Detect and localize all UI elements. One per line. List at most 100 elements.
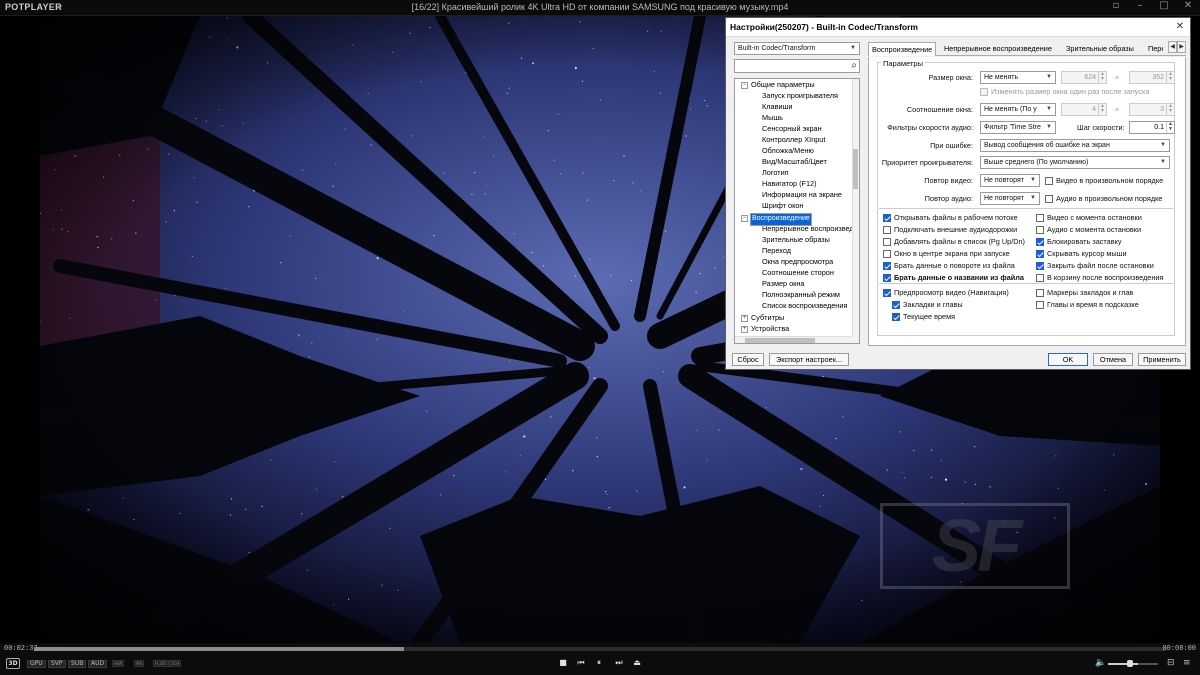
on-error-select[interactable]: Вывод сообщения об ошибке на экран ▼	[980, 139, 1170, 152]
chapters-hint-checkbox[interactable]: Главы и время в подсказке	[1036, 300, 1139, 309]
tree-horizontal-scrollbar[interactable]	[735, 336, 853, 343]
tree-item[interactable]: Информация на экране	[762, 190, 842, 200]
tree-item[interactable]: Полноэкранный режим	[762, 290, 840, 300]
aspect-select[interactable]: Не менять (По у ▼	[980, 103, 1056, 116]
current-time-checkbox[interactable]: Текущее время	[892, 312, 955, 321]
repeat-video-select[interactable]: Не повторят ▼	[980, 174, 1040, 187]
tree-item-devices[interactable]: Устройства	[751, 324, 789, 334]
apply-button[interactable]: Применить	[1138, 353, 1186, 366]
aud-badge[interactable]: AUD	[88, 660, 108, 668]
tree-item[interactable]: Размер окна	[762, 279, 804, 289]
volume-knob[interactable]	[1127, 660, 1133, 667]
window-height-stepper[interactable]: 352 ▲ ▼	[1129, 71, 1175, 84]
tree-item[interactable]: Соотношение сторон	[762, 268, 834, 278]
tree-item[interactable]: Сенсорный экран	[762, 124, 822, 134]
tree-item[interactable]: Логотип	[762, 168, 789, 178]
tab-seek[interactable]: Пере	[1148, 42, 1163, 56]
eject-icon[interactable]: ⏏	[631, 658, 643, 667]
bookmarks-checkbox[interactable]: Закладки и главы	[892, 300, 963, 309]
option-checkbox[interactable]: Подключать внешние аудиодорожки	[883, 225, 1017, 234]
aspect-width-stepper[interactable]: 4 ▲ ▼	[1061, 103, 1107, 116]
search-icon[interactable]: ⌕	[851, 60, 857, 71]
close-icon[interactable]: ✕	[1182, 0, 1194, 11]
option-checkbox[interactable]: В корзину после воспроизведения	[1036, 273, 1163, 282]
speed-step-stepper[interactable]: 0.1 ▲ ▼	[1129, 121, 1175, 134]
preview-checkbox[interactable]: Предпросмотр видео (Навигация)	[883, 288, 1009, 297]
scroll-thumb[interactable]	[853, 149, 858, 189]
scroll-thumb[interactable]	[745, 338, 815, 343]
tab-left-arrow-icon[interactable]: ◀	[1168, 41, 1177, 53]
option-checkbox[interactable]: Аудио с момента остановки	[1036, 225, 1141, 234]
tree-item[interactable]: Вид/Масштаб/Цвет	[762, 157, 827, 167]
video-random-checkbox[interactable]: Видео в произвольном порядке	[1045, 176, 1163, 185]
volume-slider[interactable]	[1108, 663, 1158, 665]
spin-arrows-icon[interactable]: ▲ ▼	[1166, 72, 1174, 83]
option-checkbox[interactable]: Скрывать курсор мыши	[1036, 249, 1127, 258]
pause-icon[interactable]: ⏸	[593, 658, 605, 668]
tree-item[interactable]: Навигатор (F12)	[762, 179, 817, 189]
next-icon[interactable]: ⏭	[613, 658, 625, 668]
tree-item-general[interactable]: Общие параметры	[751, 80, 815, 90]
spin-arrows-icon[interactable]: ▲ ▼	[1166, 122, 1174, 133]
tree-item[interactable]: Список воспроизведения	[762, 301, 847, 311]
expand-icon[interactable]: +	[741, 326, 748, 333]
svp-badge[interactable]: SVP	[48, 660, 66, 668]
dialog-title-bar[interactable]: Настройки(250207) - Built-in Codec/Trans…	[726, 18, 1190, 37]
tree-item[interactable]: Зрительные образы	[762, 235, 830, 245]
window-width-stepper[interactable]: 624 ▲ ▼	[1061, 71, 1107, 84]
tab-right-arrow-icon[interactable]: ▶	[1177, 41, 1186, 53]
tree-item[interactable]: Окна предпросмотра	[762, 257, 833, 267]
tree-item[interactable]: Запуск проигрывателя	[762, 91, 838, 101]
tree-vertical-scrollbar[interactable]	[852, 79, 859, 343]
tree-item[interactable]: Обложка/Меню	[762, 146, 814, 156]
repeat-audio-select[interactable]: Не повторят ▼	[980, 192, 1040, 205]
tree-item[interactable]: Непрерывное воспроизведение	[762, 224, 859, 234]
export-button[interactable]: Экспорт настроек...	[769, 353, 849, 366]
spin-arrows-icon[interactable]: ▲ ▼	[1166, 104, 1174, 115]
reset-button[interactable]: Сброс	[732, 353, 764, 366]
collapse-icon[interactable]: −	[741, 82, 748, 89]
tree-search-input[interactable]: ⌕	[734, 59, 860, 73]
tab-visuals[interactable]: Зрительные образы	[1066, 42, 1134, 56]
tab-continuous[interactable]: Непрерывное воспроизведение	[944, 42, 1052, 56]
stop-icon[interactable]: ■	[557, 658, 569, 667]
tree-item[interactable]: Мышь	[762, 113, 783, 123]
tab-playback[interactable]: Воспроизведение	[868, 42, 937, 56]
priority-select[interactable]: Выше среднего (По умолчанию) ▼	[980, 156, 1170, 169]
expand-icon[interactable]: +	[741, 315, 748, 322]
tree-item[interactable]: Переход	[762, 246, 791, 256]
menu-icon[interactable]: ≡	[1183, 658, 1191, 668]
spin-arrows-icon[interactable]: ▲ ▼	[1098, 72, 1106, 83]
cancel-button[interactable]: Отмена	[1093, 353, 1133, 366]
codec-select[interactable]: Built-in Codec/Transform ▼	[734, 42, 860, 55]
3d-button[interactable]: 3D	[6, 658, 20, 669]
sub-badge[interactable]: SUB	[68, 660, 87, 668]
previous-icon[interactable]: ⏮	[575, 658, 587, 668]
option-checkbox[interactable]: Брать данные о повороте из файла	[883, 261, 1015, 270]
tree-item-subtitles[interactable]: Субтитры	[751, 313, 784, 323]
seek-bar[interactable]	[34, 647, 1167, 651]
option-checkbox[interactable]: Закрыть файл после остановки	[1036, 261, 1154, 270]
dialog-close-icon[interactable]: ✕	[1176, 21, 1184, 32]
speed-filter-select[interactable]: Фильтр 'Time Stre ▼	[980, 121, 1056, 134]
aspect-height-stepper[interactable]: 3 ▲ ▼	[1129, 103, 1175, 116]
maximize-icon[interactable]: □	[1158, 0, 1170, 11]
spin-arrows-icon[interactable]: ▲ ▼	[1098, 104, 1106, 115]
ok-button[interactable]: OK	[1048, 353, 1088, 366]
option-checkbox[interactable]: Видео с момента остановки	[1036, 213, 1142, 222]
tree-item[interactable]: Контроллер XInput	[762, 135, 825, 145]
option-checkbox[interactable]: Добавлять файлы в список (Pg Up/Dn)	[883, 237, 1025, 246]
settings-icon[interactable]: ⊟	[1167, 658, 1175, 668]
gpu-badge[interactable]: GPU	[27, 660, 46, 668]
pin-icon[interactable]: ▫	[1110, 0, 1122, 11]
option-checkbox[interactable]: Брать данные о названии из файла	[883, 273, 1024, 282]
minimize-icon[interactable]: –	[1134, 0, 1146, 11]
collapse-icon[interactable]: −	[741, 215, 748, 222]
speaker-icon[interactable]: 🔈	[1095, 658, 1106, 668]
tree-item[interactable]: Клавиши	[762, 102, 792, 112]
option-checkbox[interactable]: Открывать файлы в рабочем потоке	[883, 213, 1018, 222]
window-size-select[interactable]: Не менять ▼	[980, 71, 1056, 84]
change-once-checkbox[interactable]: Изменять размер окна один раз после запу…	[980, 87, 1149, 96]
option-checkbox[interactable]: Окно в центре экрана при запуске	[883, 249, 1010, 258]
option-checkbox[interactable]: Блокировать заставку	[1036, 237, 1122, 246]
